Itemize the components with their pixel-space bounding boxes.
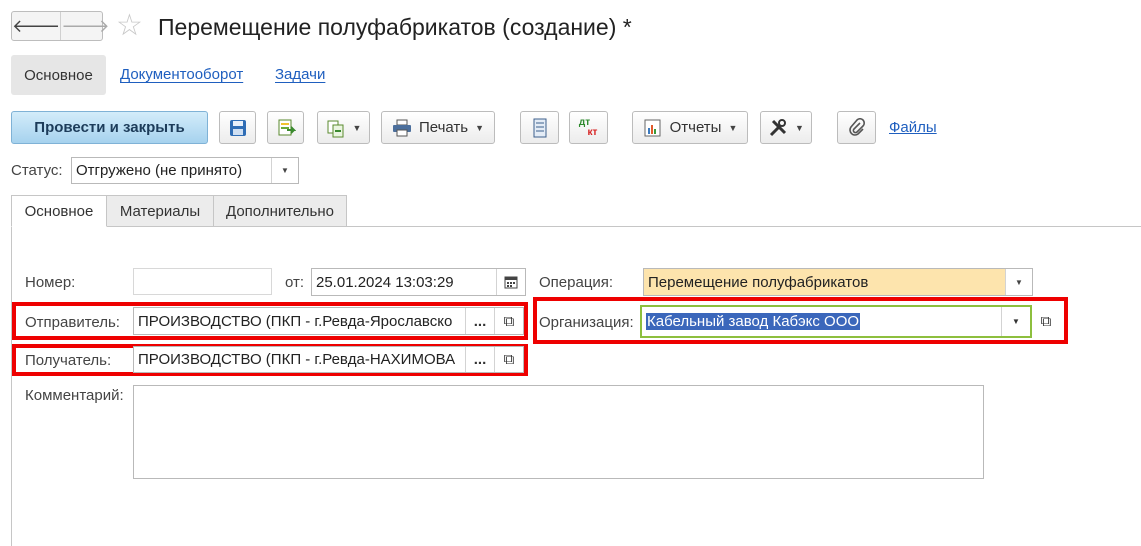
document-journal-button[interactable] (520, 111, 559, 144)
number-field[interactable] (133, 268, 272, 295)
print-button[interactable]: Печать ▼ (381, 111, 495, 144)
printer-icon (392, 119, 411, 136)
open-icon[interactable]: ⧉ (494, 347, 523, 372)
dtkt-icon: дт кт (578, 116, 598, 138)
create-based-on-button[interactable]: ▼ (317, 111, 370, 144)
arrow-right-icon: 🡒 (61, 15, 110, 36)
section-main[interactable]: Основное (11, 55, 106, 95)
open-icon[interactable]: ⧉ (1032, 306, 1060, 336)
post-and-close-button[interactable]: Провести и закрыть (11, 111, 208, 144)
paperclip-icon (848, 117, 865, 136)
open-icon[interactable]: ⧉ (494, 308, 523, 334)
organization-value: Кабельный завод Кабэкс ООО (646, 313, 861, 330)
tab-main[interactable]: Основное (11, 195, 107, 227)
date-field[interactable]: 25.01.2024 13:03:29 (311, 268, 526, 296)
post-and-close-label: Провести и закрыть (34, 119, 185, 136)
section-tasks-link[interactable]: Задачи (275, 66, 325, 83)
status-value: Отгружено (не принято) (76, 162, 243, 179)
report-icon (644, 119, 661, 136)
date-value: 25.01.2024 13:03:29 (316, 273, 454, 291)
operation-value: Перемещение полуфабрикатов (648, 273, 869, 291)
reports-label: Отчеты (669, 119, 722, 136)
reports-button[interactable]: Отчеты ▼ (632, 111, 748, 144)
operation-label: Операция: (539, 274, 614, 291)
status-label: Статус: (11, 162, 63, 179)
chevron-down-icon: ▼ (475, 122, 485, 133)
comment-value (134, 386, 983, 390)
more-actions-button[interactable]: ▼ (760, 111, 812, 144)
forward-button[interactable]: 🡒 (60, 12, 110, 40)
dtkt-postings-button[interactable]: дт кт (569, 111, 608, 144)
tab-additional[interactable]: Дополнительно (213, 195, 347, 227)
print-label: Печать (418, 119, 469, 136)
status-select[interactable]: Отгружено (не принято) ▼ (71, 157, 299, 184)
post-button[interactable] (267, 111, 304, 144)
nav-buttons: 🡐 🡒 (11, 11, 110, 41)
chevron-down-icon: ▼ (352, 122, 362, 133)
number-label: Номер: (25, 274, 76, 291)
comment-label: Комментарий: (25, 387, 124, 404)
receiver-field[interactable]: ПРОИЗВОДСТВО (ПКП - г.Ревда-НАХИМОВА ...… (133, 346, 524, 373)
sender-field[interactable]: ПРОИЗВОДСТВО (ПКП - г.Ревда-Ярославско .… (133, 307, 524, 335)
files-link[interactable]: Файлы (889, 119, 937, 136)
chevron-down-icon[interactable]: ▼ (1001, 307, 1030, 336)
tab-materials[interactable]: Материалы (106, 195, 214, 227)
sender-label: Отправитель: (25, 314, 120, 331)
arrow-left-icon: 🡐 (12, 15, 61, 36)
operation-select[interactable]: Перемещение полуфабрикатов ▼ (643, 268, 1033, 296)
calendar-icon[interactable] (496, 269, 525, 295)
date-label: от: (285, 274, 305, 291)
organization-field[interactable]: Кабельный завод Кабэкс ООО ▼ (640, 305, 1032, 338)
save-button[interactable] (219, 111, 256, 144)
sender-value: ПРОИЗВОДСТВО (ПКП - г.Ревда-Ярославско (138, 312, 453, 330)
page-title: Перемещение полуфабрикатов (создание) * (158, 14, 632, 40)
post-document-icon (278, 119, 296, 135)
receiver-value: ПРОИЗВОДСТВО (ПКП - г.Ревда-НАХИМОВА (138, 351, 456, 368)
organization-label: Организация: (539, 314, 634, 331)
favorite-star-icon[interactable]: ☆ (116, 10, 143, 42)
kt-label: кт (587, 126, 598, 138)
section-docflow-link[interactable]: Документооборот (120, 66, 243, 83)
list-icon (533, 118, 546, 137)
create-based-on-icon (327, 120, 344, 137)
receiver-label: Получатель: (25, 352, 112, 369)
floppy-disk-icon (229, 119, 246, 136)
chevron-down-icon: ▼ (728, 122, 738, 133)
chevron-down-icon[interactable]: ▼ (1005, 269, 1032, 295)
chevron-down-icon[interactable]: ▼ (271, 158, 298, 183)
tools-icon (769, 118, 787, 136)
attach-button[interactable] (837, 111, 876, 144)
select-ellipsis-button[interactable]: ... (465, 347, 494, 372)
comment-textarea[interactable] (133, 385, 984, 479)
back-button[interactable]: 🡐 (12, 12, 60, 40)
chevron-down-icon: ▼ (795, 122, 804, 133)
select-ellipsis-button[interactable]: ... (465, 308, 494, 334)
dt-label: дт (578, 116, 591, 128)
